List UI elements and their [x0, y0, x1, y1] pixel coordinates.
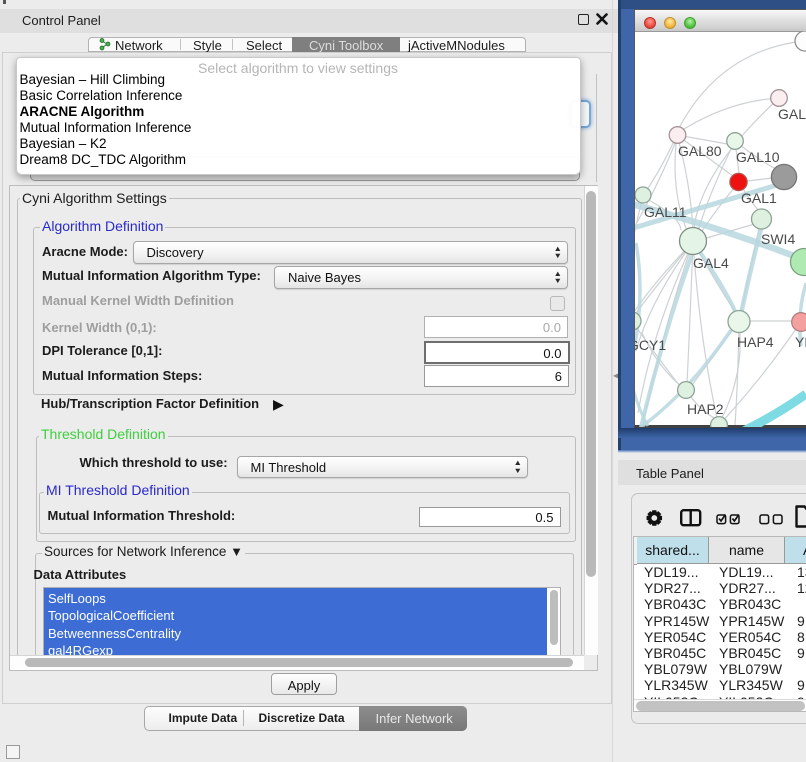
svg-text:GAL1: GAL1: [741, 190, 777, 206]
svg-text:GAL4: GAL4: [693, 255, 729, 271]
svg-text:GAL10: GAL10: [736, 149, 780, 165]
svg-text:GCY1: GCY1: [635, 337, 666, 353]
svg-text:GAL80: GAL80: [678, 143, 722, 159]
svg-text:GAL11: GAL11: [644, 204, 687, 220]
svg-text:SWI4: SWI4: [761, 231, 795, 247]
svg-text:HAP4: HAP4: [737, 334, 774, 350]
svg-text:YB: YB: [795, 334, 806, 350]
svg-text:GAL7: GAL7: [778, 106, 806, 122]
svg-text:HAP2: HAP2: [687, 401, 724, 417]
